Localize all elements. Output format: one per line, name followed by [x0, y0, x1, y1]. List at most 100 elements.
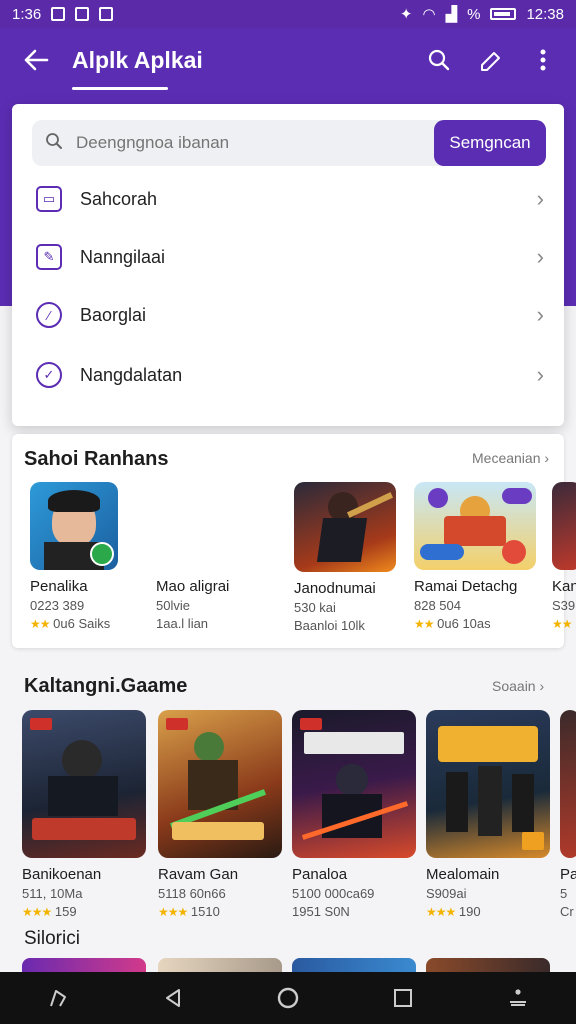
app-card[interactable]: Penalika 0223 389 ★★ 0u6 Saiks — [30, 482, 140, 631]
search-input[interactable] — [76, 133, 434, 153]
chevron-right-icon: › — [536, 244, 544, 269]
menu-item-3[interactable]: ∕ Baorglai › — [12, 286, 564, 344]
app-card[interactable]: Panaloa 5100 000ca69 1951 S0N — [292, 710, 418, 919]
app-thumbnail — [158, 710, 282, 858]
app-thumbnail[interactable] — [426, 958, 550, 972]
app-size: 50lvie — [156, 598, 190, 613]
navigation-bar — [0, 972, 576, 1024]
app-size: 5100 000ca69 — [292, 886, 375, 901]
page-title: Alplk Aplkai — [72, 46, 203, 73]
app-thumbnail — [22, 710, 146, 858]
rating-stars: ★★★ — [426, 905, 456, 919]
edit-icon[interactable] — [474, 43, 508, 77]
status-bar: 1:36 ✦ ◠ ▟ % 12:38 — [0, 0, 576, 28]
status-time: 1:36 — [12, 5, 42, 23]
menu-item-2[interactable]: ✎ Nanngilaai › — [12, 228, 564, 286]
menu-item-1[interactable]: ▭ Sahcorah › — [12, 170, 564, 228]
app-name: Kan — [552, 578, 576, 595]
app-thumbnail[interactable] — [158, 958, 282, 972]
home-icon[interactable] — [264, 974, 312, 1022]
app-size: S39 — [552, 598, 576, 613]
rating-stars: ★★★ — [22, 905, 52, 919]
app-card[interactable]: Mealomain S909ai ★★★ 190 — [426, 710, 552, 919]
notification-icon — [99, 7, 114, 21]
app-thumbnail — [292, 710, 416, 858]
app-meta-text: 1aa.l lian — [156, 616, 209, 631]
recents-icon[interactable] — [379, 974, 427, 1022]
check-circle-icon: ✓ — [36, 362, 62, 388]
app-size: 828 504 — [414, 598, 461, 613]
app-meta-text: 1510 — [190, 904, 220, 919]
app-size: 5 — [560, 886, 568, 901]
app-meta: 1951 S0N — [292, 904, 418, 919]
vibrate-icon: ✦ — [399, 6, 413, 23]
app-meta: Cr — [560, 904, 576, 919]
app-thumbnail — [294, 482, 396, 572]
app-meta-text: 0u6 Saiks — [53, 616, 111, 631]
signal-icon: ▟ — [445, 6, 458, 23]
battery-percent: % — [467, 5, 481, 23]
menu-item-label: Baorglai — [80, 304, 147, 325]
see-more-link[interactable]: Soaain › — [492, 678, 544, 694]
wifi-icon: ◠ — [422, 6, 436, 23]
app-name: Ramai Detachg — [414, 578, 518, 595]
accessibility-icon[interactable] — [494, 974, 542, 1022]
see-more-label: Meceanian — [472, 450, 541, 466]
app-size: 530 kai — [294, 600, 336, 615]
app-name: Banikoenan — [22, 866, 102, 883]
app-card[interactable]: Ravam Gan 5118 60n66 ★★★ 1510 — [158, 710, 284, 919]
badge-icon — [166, 718, 188, 730]
app-card[interactable]: Pa 5 Cr — [560, 710, 576, 919]
badge-icon — [90, 542, 114, 566]
section-title: Sahoi Ranhans — [24, 448, 169, 470]
menu-item-label: Nangdalatan — [80, 364, 183, 385]
app-thumbnail[interactable] — [292, 958, 416, 972]
badge-icon — [300, 718, 322, 730]
app-name: Penalika — [30, 578, 88, 595]
app-card[interactable]: Ramai Detachg 828 504 ★★ 0u6 10as — [414, 482, 544, 631]
app-thumbnail — [560, 710, 576, 858]
app-card[interactable]: Kan S39 ★★ — [552, 482, 576, 631]
search-icon[interactable] — [422, 43, 456, 77]
title-tab[interactable]: Alplk Aplkai — [72, 28, 203, 92]
app-size: 511, 10Ma — [22, 886, 83, 901]
menu-item-4[interactable]: ✓ Nangdalatan › — [12, 346, 564, 404]
app-card[interactable]: Mao aligrai 50lvie 1aa.l lian — [156, 482, 276, 631]
app-meta: 1aa.l lian — [156, 616, 276, 631]
app-meta-text: 0u6 10as — [437, 616, 491, 631]
app-meta-text: 1951 S0N — [292, 904, 350, 919]
status-clock: 12:38 — [526, 5, 564, 23]
more-vert-icon[interactable] — [526, 43, 560, 77]
app-meta: ★★ 0u6 Saiks — [30, 616, 140, 631]
app-meta: Baanloi 10lk — [294, 618, 404, 633]
app-thumbnail — [552, 482, 576, 570]
menu-item-label: Nanngilaai — [80, 246, 166, 267]
rating-stars: ★★★ — [158, 905, 188, 919]
app-name: Janodnumai — [294, 580, 376, 597]
search-button[interactable]: Semgncan — [434, 120, 546, 166]
app-meta-text: Cr — [560, 904, 574, 919]
see-more-link[interactable]: Meceanian › — [472, 450, 549, 466]
tab-indicator — [72, 87, 168, 90]
app-thumbnail — [30, 482, 118, 570]
nav-back-icon[interactable] — [149, 974, 197, 1022]
rating-stars: ★★ — [552, 617, 572, 631]
app-thumbnail — [414, 482, 536, 570]
app-meta: ★★★ 1510 — [158, 904, 284, 919]
app-name: Mao aligrai — [156, 578, 230, 595]
app-meta-text: 190 — [458, 904, 481, 919]
rating-stars: ★★ — [414, 617, 434, 631]
chevron-right-icon: › — [536, 362, 544, 387]
chevron-right-icon: › — [539, 678, 545, 694]
rating-stars: ★★ — [30, 617, 50, 631]
app-thumbnail[interactable] — [22, 958, 146, 972]
menu-item-label: Sahcorah — [80, 188, 158, 209]
back-arrow-icon[interactable] — [0, 28, 72, 92]
assist-icon[interactable] — [34, 974, 82, 1022]
app-card[interactable]: Banikoenan 511, 10Ma ★★★ 159 — [22, 710, 148, 919]
chevron-right-icon: › — [536, 302, 544, 327]
search-bar: Semgncan — [32, 120, 546, 166]
app-meta: ★★ — [552, 616, 576, 631]
app-card[interactable]: Janodnumai 530 kai Baanloi 10lk — [294, 482, 404, 633]
app-size: S909ai — [426, 886, 467, 901]
